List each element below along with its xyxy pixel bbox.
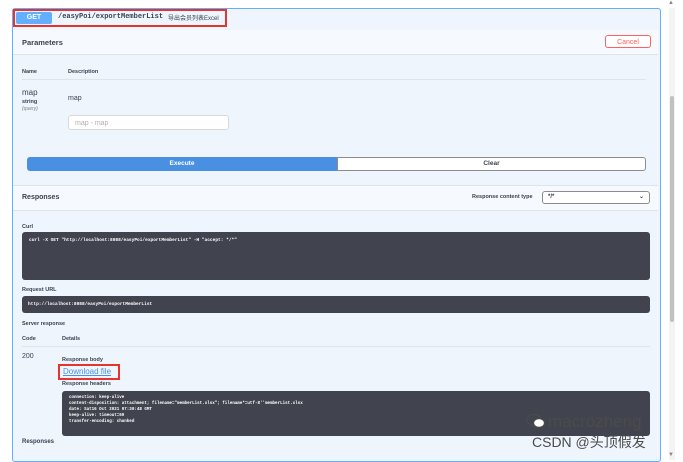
request-url: http://localhost:8088/easyPoi/exportMemb… bbox=[28, 302, 153, 307]
response-content-type-select[interactable]: */* ⌄ bbox=[542, 191, 650, 204]
parameters-header bbox=[13, 30, 658, 55]
scroll-up-icon[interactable]: ▲ bbox=[668, 0, 674, 6]
param-description: map bbox=[68, 95, 82, 102]
endpoint-path[interactable]: /easyPoi/exportMemberList bbox=[58, 13, 163, 21]
watermark-source: CSDN @头顶假发 bbox=[532, 434, 646, 450]
request-url-block[interactable]: http://localhost:8088/easyPoi/exportMemb… bbox=[22, 296, 650, 313]
method-badge[interactable]: GET bbox=[16, 12, 52, 24]
header-line: transfer-encoding: chunked bbox=[69, 420, 135, 424]
map-input[interactable]: map - map bbox=[68, 115, 229, 130]
watermark-author: macrozheng bbox=[548, 412, 642, 431]
wechat-icon bbox=[526, 413, 546, 428]
status-code: 200 bbox=[22, 353, 34, 360]
endpoint-description: 导出会员列表Excel bbox=[168, 16, 219, 22]
param-location: (query) bbox=[22, 106, 38, 112]
response-headers-list: connection: keep-alive content-dispositi… bbox=[69, 395, 303, 425]
responses-footer-title: Responses bbox=[22, 439, 55, 445]
download-file-link[interactable]: Download file bbox=[63, 367, 111, 376]
column-header-code: Code bbox=[22, 336, 36, 342]
responses-title: Responses bbox=[22, 194, 60, 201]
cancel-button[interactable]: Cancel bbox=[605, 35, 651, 48]
server-response-label: Server response bbox=[22, 321, 66, 327]
execute-button[interactable]: Execute bbox=[27, 157, 337, 171]
response-headers-label: Response headers bbox=[62, 381, 111, 387]
curl-label: Curl bbox=[22, 224, 33, 230]
scroll-down-icon[interactable]: ▼ bbox=[668, 452, 674, 458]
clear-button[interactable]: Clear bbox=[337, 157, 646, 171]
divider bbox=[22, 346, 650, 347]
column-header-name: Name bbox=[22, 69, 37, 75]
response-body-label: Response body bbox=[62, 357, 103, 363]
column-header-details: Details bbox=[62, 336, 81, 342]
chevron-down-icon: ⌄ bbox=[638, 194, 644, 200]
param-name: map bbox=[22, 88, 38, 97]
column-header-description: Description bbox=[68, 69, 99, 75]
curl-code-block[interactable]: curl -X GET "http://localhost:8088/easyP… bbox=[22, 232, 650, 280]
swagger-page: GET /easyPoi/exportMemberList 导出会员列表Exce… bbox=[0, 0, 683, 462]
divider bbox=[22, 79, 646, 80]
content-type-value: */* bbox=[548, 194, 555, 200]
request-url-label: Request URL bbox=[22, 287, 57, 293]
scrollbar-thumb[interactable] bbox=[670, 96, 674, 322]
parameters-title: Parameters bbox=[22, 38, 63, 47]
response-content-type-label: Response content type bbox=[472, 194, 533, 200]
param-type: string bbox=[22, 99, 38, 105]
curl-command: curl -X GET "http://localhost:8088/easyP… bbox=[29, 238, 237, 243]
